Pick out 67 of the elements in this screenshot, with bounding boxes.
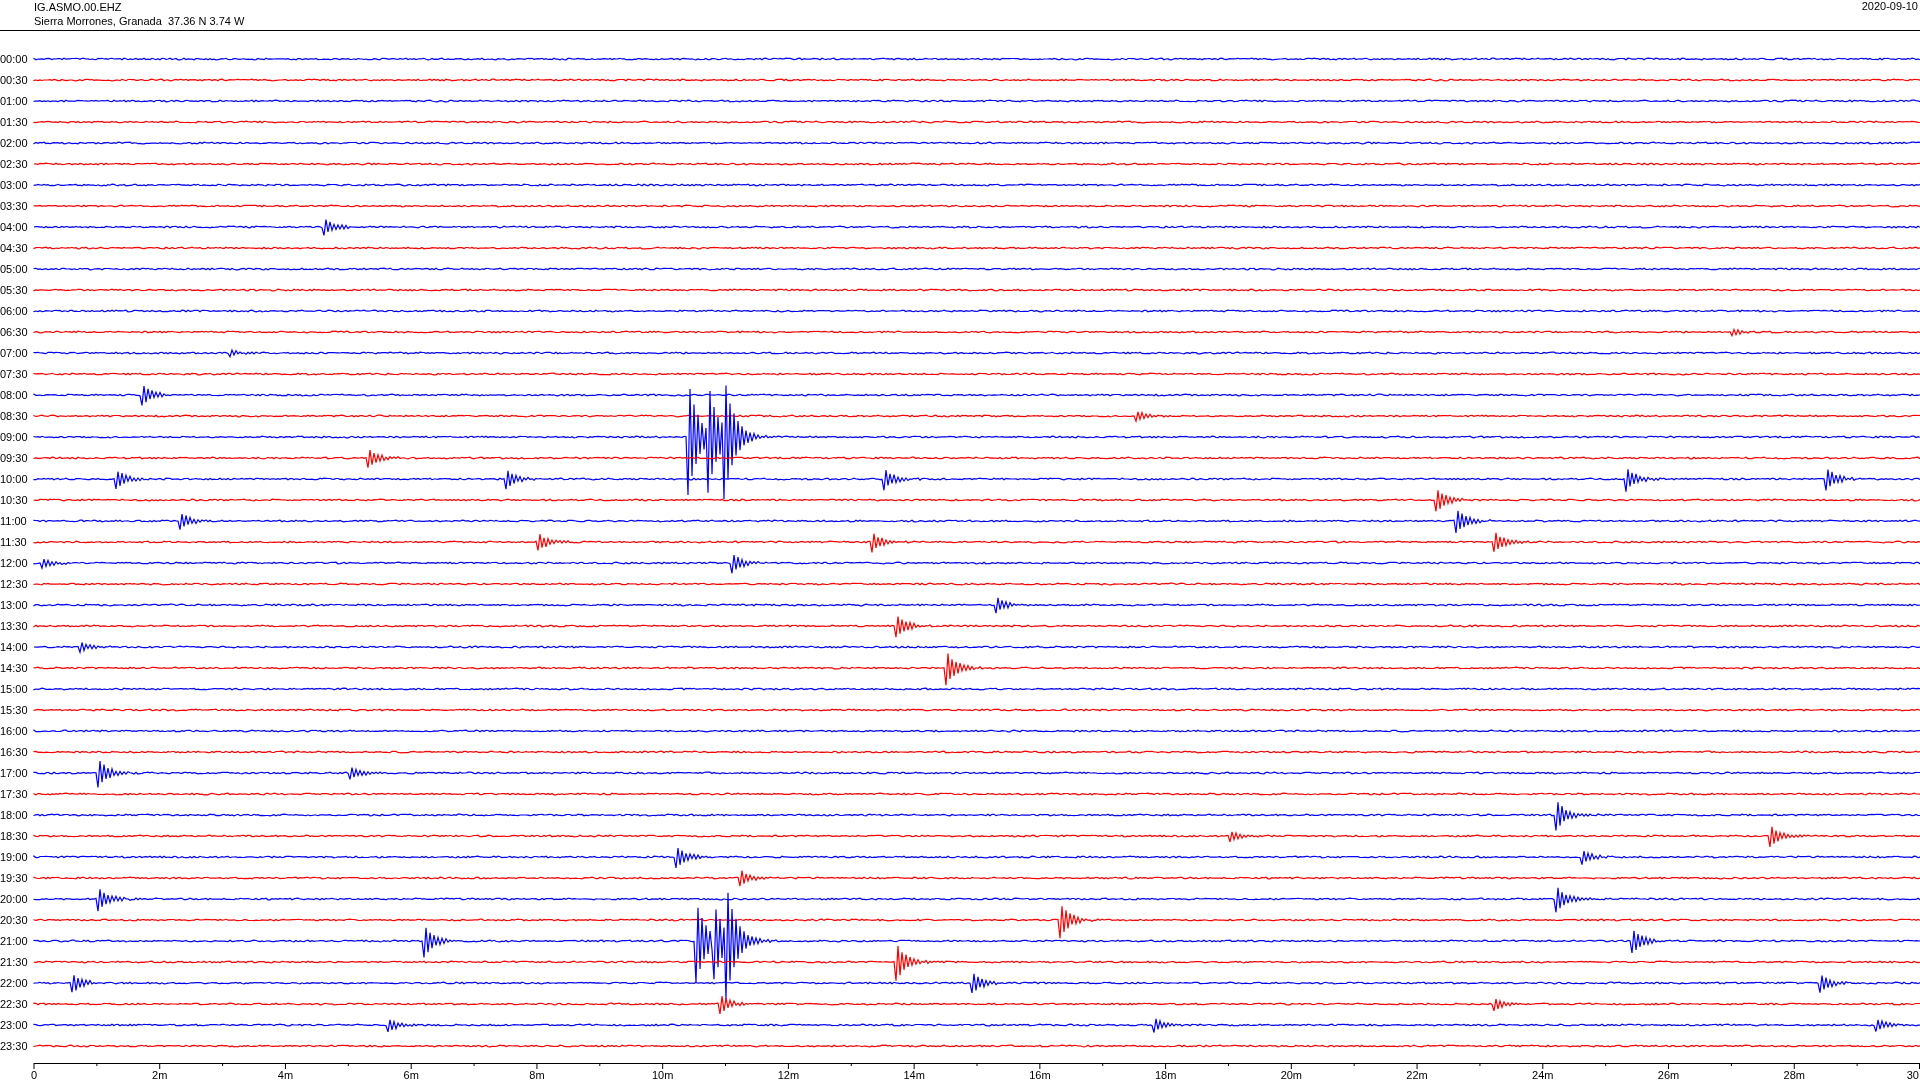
time-label: 00:00 [0, 53, 28, 65]
time-label: 12:30 [0, 578, 28, 590]
time-label: 13:00 [0, 599, 28, 611]
time-label: 15:30 [0, 704, 28, 716]
time-label: 10:00 [0, 473, 28, 485]
axis-tick-label: 26m [1657, 1069, 1680, 1080]
time-label: 04:00 [0, 221, 28, 233]
axis-tick-label: 4m [277, 1069, 294, 1080]
time-label: 12:00 [0, 557, 28, 569]
station-location: Sierra Morrones, Granada 37.36 N 3.74 W [34, 14, 245, 28]
time-label: 15:00 [0, 683, 28, 695]
axis-tick-label: 18m [1154, 1069, 1177, 1080]
axis-tick-label: 30 [1906, 1069, 1919, 1080]
time-label: 04:30 [0, 242, 28, 254]
time-label: 20:00 [0, 893, 28, 905]
axis-tick-label: 28m [1783, 1069, 1805, 1080]
time-label: 08:30 [0, 410, 28, 422]
time-label: 22:30 [0, 998, 28, 1010]
time-label: 02:00 [0, 137, 28, 149]
time-label: 23:30 [0, 1040, 28, 1052]
time-label: 01:30 [0, 116, 28, 128]
time-label: 09:30 [0, 452, 28, 464]
time-label: 09:00 [0, 431, 28, 443]
time-label: 06:00 [0, 305, 28, 317]
time-label: 13:30 [0, 620, 28, 632]
axis-tick-label: 14m [903, 1069, 925, 1080]
time-label: 06:30 [0, 326, 28, 338]
time-label: 22:00 [0, 977, 28, 989]
time-label: 21:30 [0, 956, 28, 968]
axis-tick-label: 16m [1029, 1069, 1051, 1080]
time-label: 07:30 [0, 368, 28, 380]
date-label: 2020-09-10 [1861, 0, 1918, 14]
time-label: 20:30 [0, 914, 28, 926]
time-label: 19:30 [0, 872, 28, 884]
time-label: 01:00 [0, 95, 28, 107]
axis-tick-label: 8m [529, 1069, 545, 1080]
time-label: 08:00 [0, 389, 28, 401]
time-label: 17:00 [0, 767, 28, 779]
time-label: 23:00 [0, 1019, 28, 1031]
time-label: 03:00 [0, 179, 28, 191]
station-code: IG.ASMO.00.EHZ [34, 0, 123, 14]
axis-tick-label: 24m [1532, 1069, 1554, 1080]
time-label: 02:30 [0, 158, 28, 170]
time-label: 05:30 [0, 284, 28, 296]
time-label: 16:00 [0, 725, 28, 737]
time-label: 18:30 [0, 830, 28, 842]
time-label: 14:00 [0, 641, 28, 653]
axis-tick-label: 10m [651, 1069, 674, 1080]
axis-tick-label: 0 [30, 1069, 38, 1080]
axis-tick-label: 6m [403, 1069, 419, 1080]
time-label: 10:30 [0, 494, 28, 506]
time-label: 07:00 [0, 347, 28, 359]
time-label: 21:00 [0, 935, 28, 947]
time-label: 14:30 [0, 662, 28, 674]
time-label: 11:30 [0, 536, 27, 548]
time-label: 17:30 [0, 788, 28, 800]
axis-tick-label: 2m [152, 1069, 168, 1080]
time-label: 00:30 [0, 74, 28, 86]
time-label: 11:00 [0, 515, 27, 527]
time-label: 18:00 [0, 809, 28, 821]
time-label: 05:00 [0, 263, 28, 275]
time-label: 03:30 [0, 200, 28, 212]
time-label: 19:00 [0, 851, 28, 863]
axis-tick-label: 12m [777, 1069, 800, 1080]
axis-tick-label: 20m [1280, 1069, 1303, 1080]
axis-tick-label: 22m [1406, 1069, 1428, 1080]
time-label: 16:30 [0, 746, 28, 758]
